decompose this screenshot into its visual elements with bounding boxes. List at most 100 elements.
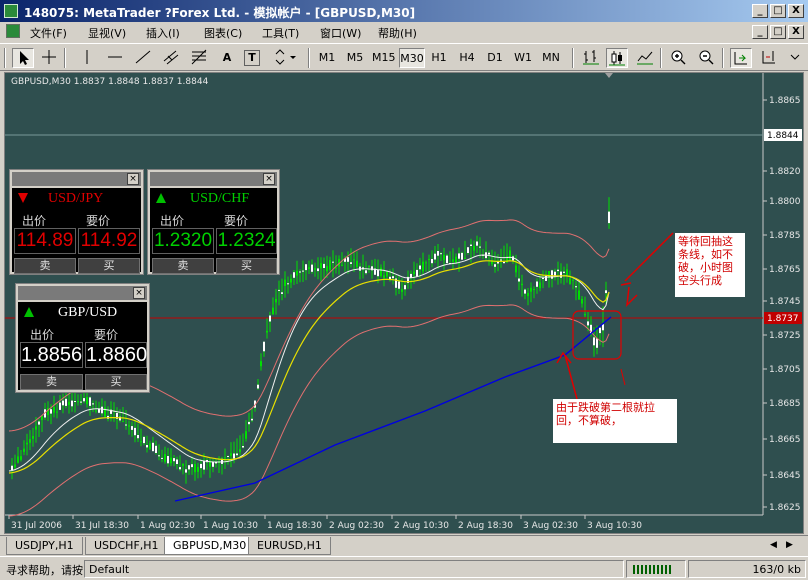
chart-shift-icon[interactable] [758, 48, 780, 68]
timeframe-m5-button[interactable]: M5 [344, 48, 366, 68]
text-label-tool-icon[interactable]: T [244, 50, 260, 66]
candle-body [551, 270, 553, 279]
candle-body [149, 443, 151, 450]
menu-insert[interactable]: 插入(I) [146, 25, 180, 41]
candle-body [431, 259, 433, 264]
minimize-button[interactable]: _ [752, 4, 768, 18]
arrows-dropdown-icon[interactable] [272, 48, 300, 68]
zoom-out-icon[interactable] [696, 48, 718, 68]
sell-button[interactable]: 卖 [14, 258, 76, 274]
candle-body [179, 467, 181, 470]
candle-body [182, 463, 184, 466]
title-bar: 148075: MetaTrader ?Forex Ltd. - 模拟帐户 - … [0, 0, 808, 22]
mdi-minimize-button[interactable]: _ [752, 25, 768, 39]
candle-body [77, 401, 79, 403]
crosshair-tool-icon[interactable] [38, 48, 60, 68]
candle-body [191, 464, 193, 468]
candle-body [275, 298, 277, 303]
menu-help[interactable]: 帮助(H) [378, 25, 417, 41]
tab-usdjpy[interactable]: USDJPY,H1 [6, 537, 83, 555]
menu-view[interactable]: 显视(V) [88, 25, 126, 41]
close-icon[interactable]: × [133, 287, 145, 299]
timeframe-m1-button[interactable]: M1 [316, 48, 338, 68]
maximize-button[interactable]: □ [770, 4, 786, 18]
timeframe-w1-button[interactable]: W1 [512, 48, 534, 68]
close-icon[interactable]: × [263, 173, 275, 185]
candle-body [176, 459, 178, 464]
candle-body [368, 265, 370, 267]
candle-body [383, 275, 385, 278]
close-button[interactable]: X [788, 4, 804, 18]
timeframe-m15-button[interactable]: M15 [372, 48, 396, 68]
menu-tools[interactable]: 工具(T) [262, 25, 299, 41]
price-label: 1.8645 [769, 471, 801, 481]
candle-body [458, 253, 460, 259]
candle-body [281, 292, 283, 294]
candle-body [353, 259, 355, 261]
buy-button[interactable]: 买 [85, 374, 147, 390]
toolbar-more-icon[interactable] [784, 48, 806, 68]
menu-file[interactable]: 文件(F) [30, 25, 67, 41]
candle-body [581, 298, 583, 304]
candle-body [269, 315, 271, 322]
timeframe-d1-button[interactable]: D1 [484, 48, 506, 68]
menu-charts[interactable]: 图表(C) [204, 25, 242, 41]
document-icon [6, 24, 20, 38]
candle-body [56, 411, 58, 413]
candle-body [467, 247, 469, 253]
time-label: 2 Aug 02:30 [329, 521, 384, 531]
candle-body [566, 269, 568, 276]
cursor-tool-icon[interactable] [12, 48, 34, 68]
vertical-line-tool-icon[interactable] [76, 48, 98, 68]
channel-tool-icon[interactable] [160, 48, 182, 68]
line-chart-icon[interactable] [634, 48, 656, 68]
tab-scroll-left-icon[interactable]: ◀ [770, 540, 777, 550]
bar-chart-icon[interactable] [580, 48, 602, 68]
close-icon[interactable]: × [127, 173, 139, 185]
horizontal-line-tool-icon[interactable] [104, 48, 126, 68]
trendline-tool-icon[interactable] [132, 48, 154, 68]
tab-eurusd[interactable]: EURUSD,H1 [248, 537, 331, 555]
candle-body [536, 281, 538, 287]
text-tool-icon[interactable]: A [216, 48, 238, 68]
candle-body [488, 252, 490, 255]
tab-usdchf[interactable]: USDCHF,H1 [85, 537, 168, 555]
candle-body [347, 257, 349, 262]
menu-window[interactable]: 窗口(W) [320, 25, 361, 41]
current-price-label: 1.8844 [767, 131, 799, 141]
mdi-restore-button[interactable]: □ [770, 25, 786, 39]
tab-gbpusd[interactable]: GBPUSD,M30 [164, 537, 256, 555]
timeframe-mn-button[interactable]: MN [540, 48, 562, 68]
buy-button[interactable]: 买 [216, 258, 277, 274]
price-label: 1.8745 [769, 297, 801, 307]
hline-price-label: 1.8737 [767, 314, 799, 324]
candle-body [416, 269, 418, 277]
candle-body [125, 424, 127, 426]
candle-body [167, 456, 169, 464]
timeframe-h4-button[interactable]: H4 [456, 48, 478, 68]
terminal-symbol: GBP/USD [58, 305, 118, 320]
chart-window[interactable]: GBPUSD,M30 1.8837 1.8848 1.8837 1.8844 1.… [4, 72, 804, 534]
fibonacci-tool-icon[interactable] [188, 48, 210, 68]
candle-body [527, 293, 529, 297]
buy-button[interactable]: 买 [78, 258, 140, 274]
timeframe-m30-button[interactable]: M30 [399, 48, 425, 68]
tab-scroll-right-icon[interactable]: ▶ [786, 540, 793, 550]
candle-body [155, 445, 157, 453]
candle-body [170, 457, 172, 464]
candle-body [329, 260, 331, 270]
candle-body [371, 266, 373, 271]
sell-button[interactable]: 卖 [20, 374, 83, 390]
zoom-in-icon[interactable] [668, 48, 690, 68]
auto-scroll-icon[interactable] [730, 48, 752, 68]
candle-body [323, 263, 325, 268]
mdi-close-button[interactable]: X [788, 25, 804, 39]
candle-body [533, 289, 535, 290]
candlestick-chart-icon[interactable] [606, 48, 628, 68]
sell-button[interactable]: 卖 [152, 258, 214, 274]
candle-body [515, 265, 517, 273]
candle-body [131, 426, 133, 430]
candle-body [242, 446, 244, 448]
candle-body [197, 467, 199, 472]
timeframe-h1-button[interactable]: H1 [428, 48, 450, 68]
